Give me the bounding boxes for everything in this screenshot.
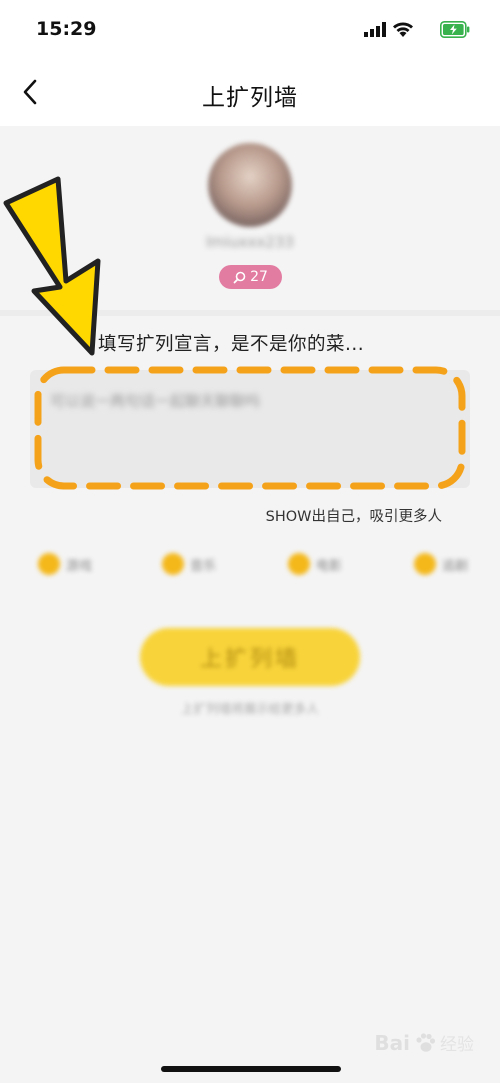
- tag-option[interactable]: 游戏: [38, 553, 92, 575]
- tag-label: 游戏: [66, 558, 93, 574]
- search-bubble-icon: [233, 271, 246, 283]
- watermark-suffix: 经验: [440, 1035, 474, 1055]
- nav-bar: 上扩列墙: [0, 60, 500, 126]
- avatar: [208, 143, 292, 227]
- bubble-count: 27: [250, 269, 268, 285]
- declaration-placeholder: 可以说一两句话一起聊天聊聊吗: [50, 392, 261, 410]
- check-icon: [414, 553, 436, 575]
- watermark: Bai 经验: [374, 1030, 474, 1056]
- wifi-icon: [393, 22, 413, 37]
- declaration-hint: SHOW出自己，吸引更多人: [265, 509, 442, 525]
- home-indicator[interactable]: [161, 1066, 341, 1072]
- tag-label: 电影: [316, 558, 343, 574]
- battery-icon: [440, 21, 470, 38]
- check-icon: [288, 553, 310, 575]
- tag-option[interactable]: 电影: [288, 553, 342, 575]
- status-time: 15:29: [36, 18, 97, 40]
- check-icon: [162, 553, 184, 575]
- tag-label: 追剧: [442, 558, 469, 574]
- submit-footnote: 上扩列墙将展示给更多人: [181, 701, 319, 716]
- tag-row: 游戏 音乐 电影 追剧: [0, 553, 500, 583]
- tag-option[interactable]: 追剧: [414, 553, 468, 575]
- paw-icon: [416, 1032, 436, 1052]
- declaration-input[interactable]: [30, 370, 470, 488]
- bubble-count-badge: 27: [219, 265, 282, 289]
- tag-option[interactable]: 音乐: [162, 553, 216, 575]
- tag-label: 音乐: [190, 558, 217, 574]
- signal-icon: [364, 22, 386, 37]
- submit-button[interactable]: 上扩列墙: [140, 628, 360, 686]
- status-bar: 15:29: [0, 0, 500, 60]
- declaration-prompt: 填写扩列宣言，是不是你的菜...: [98, 334, 365, 355]
- watermark-brand: Bai: [374, 1030, 410, 1055]
- check-icon: [38, 553, 60, 575]
- page-title: 上扩列墙: [202, 85, 298, 111]
- arrow-annotation-icon: [3, 176, 101, 356]
